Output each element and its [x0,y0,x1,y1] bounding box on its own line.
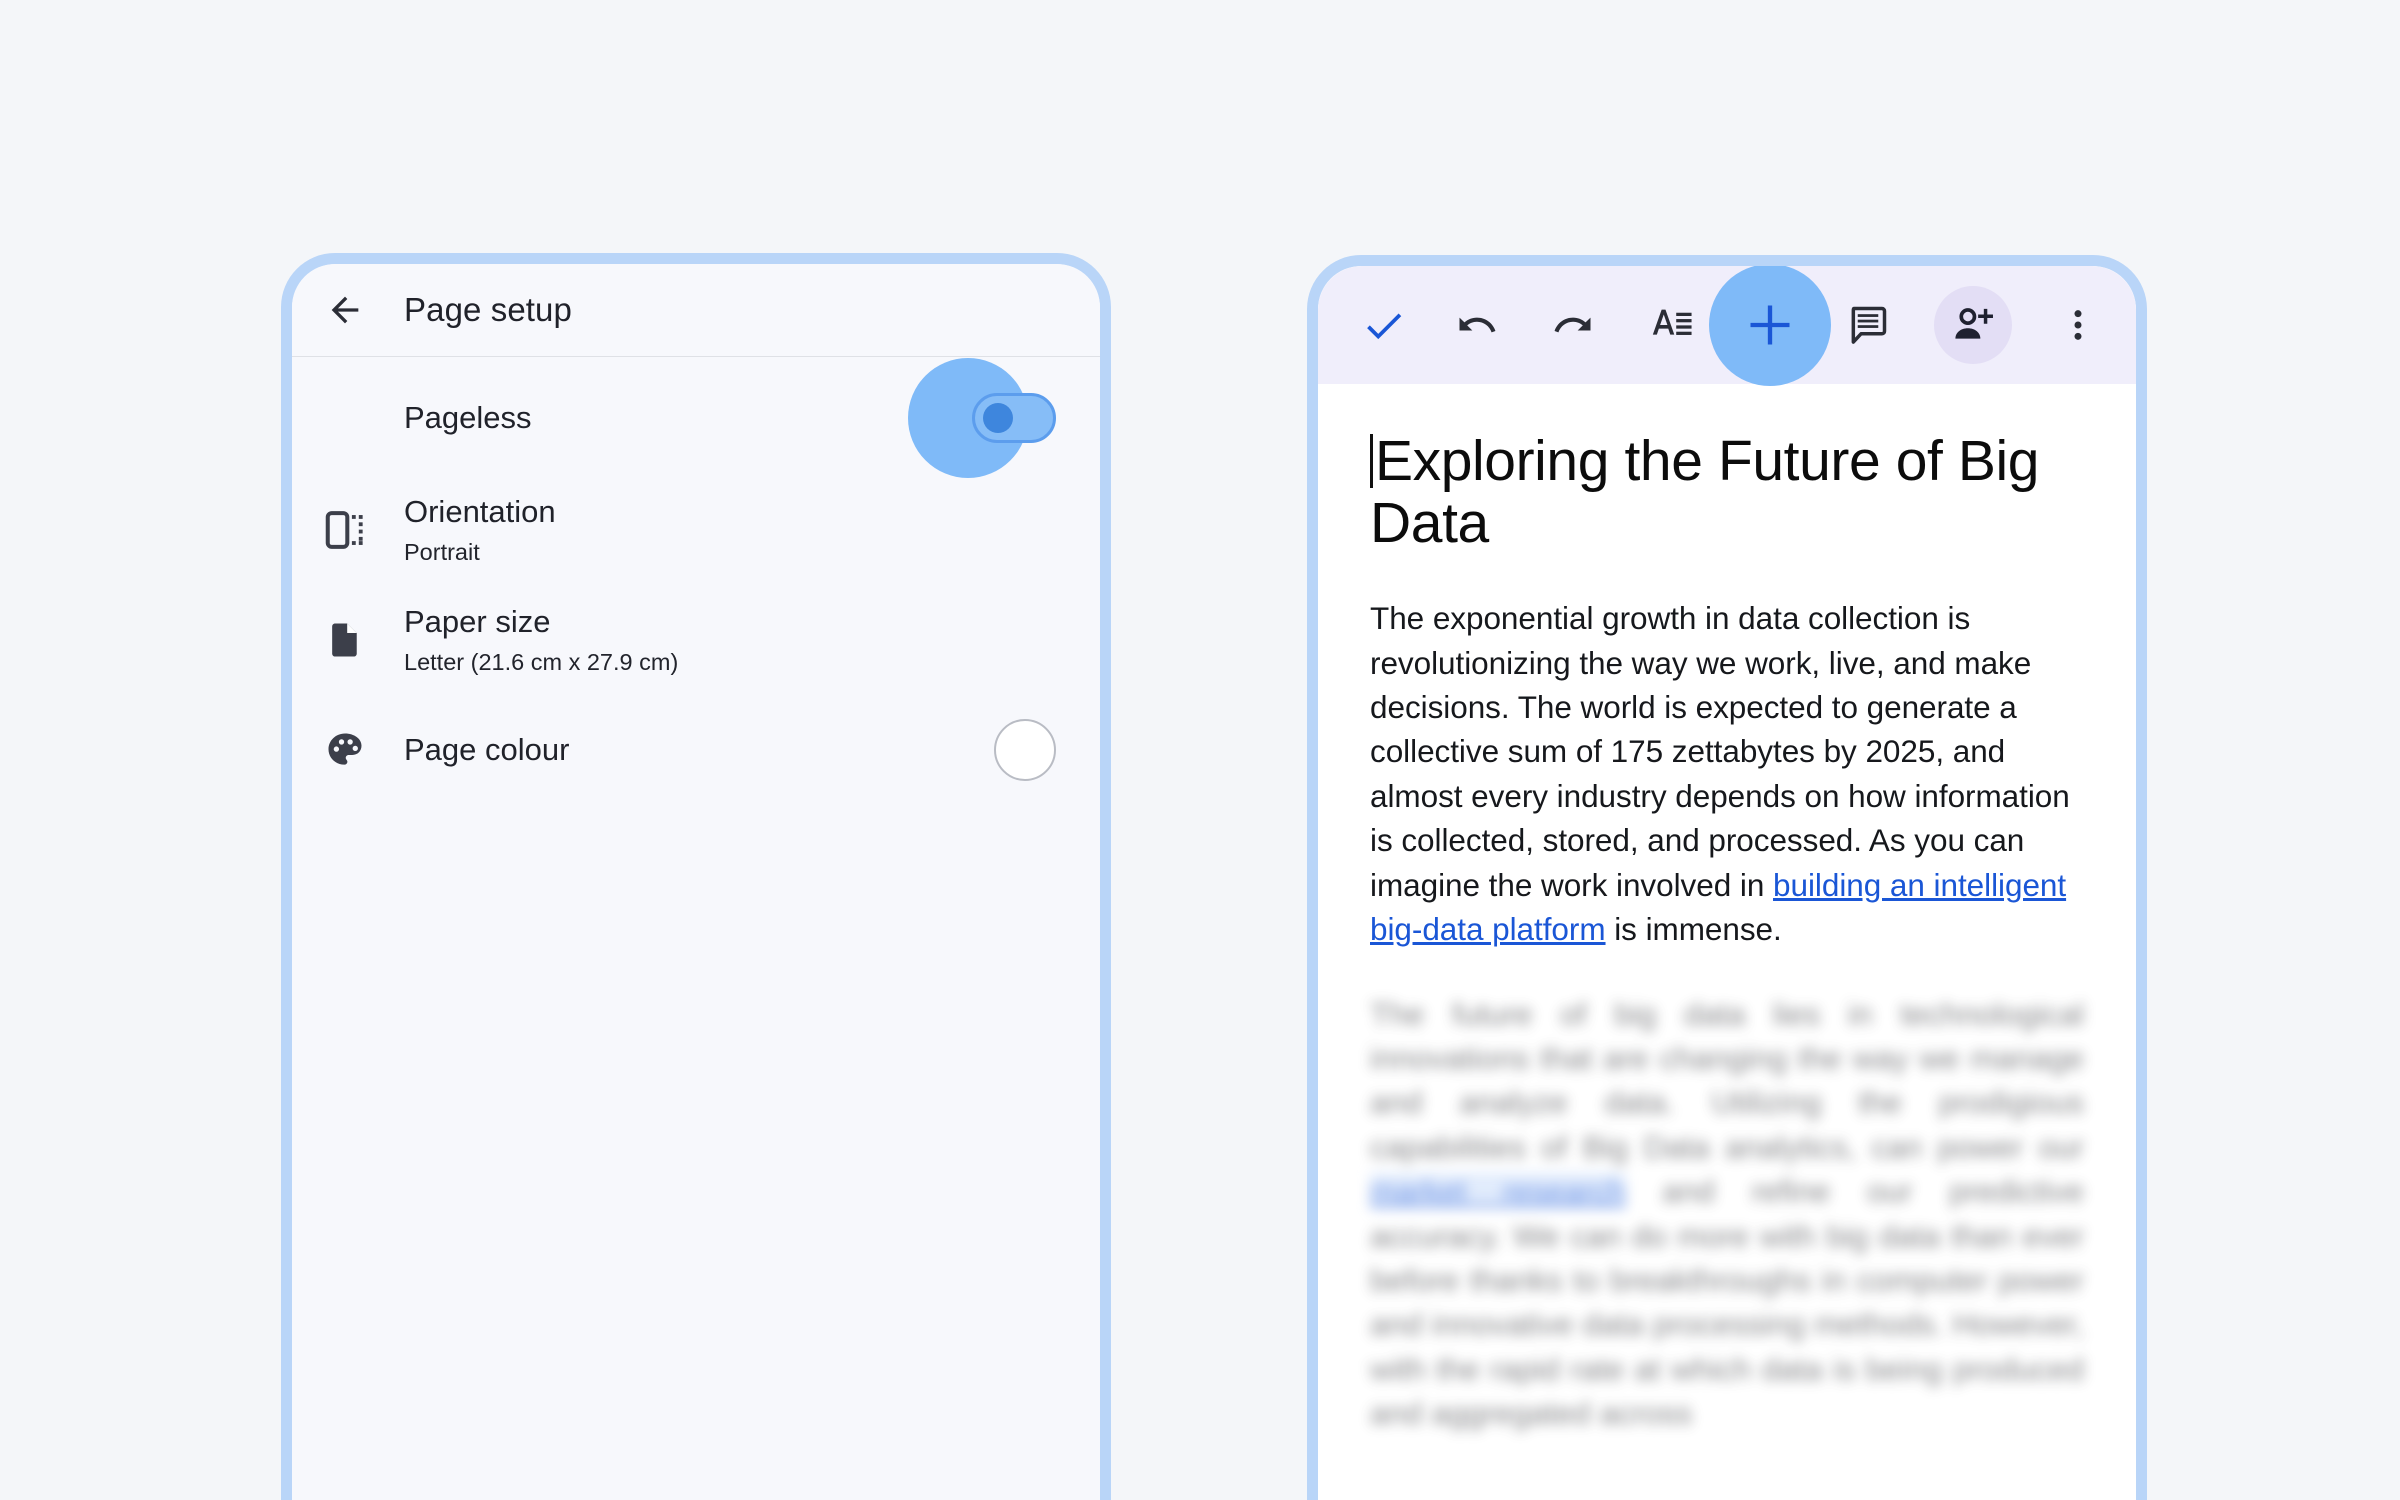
row-paper-size[interactable]: Paper size Letter (21.6 cm x 27.9 cm) [292,585,1100,695]
check-icon [1367,313,1402,340]
row-paper-size-label: Paper size [404,604,551,640]
row-paper-size-value: Letter (21.6 cm x 27.9 cm) [404,648,679,675]
arrow-left-icon [331,296,359,324]
docs-editor-toolbar [1318,266,2136,386]
insert-button[interactable] [1709,266,1831,386]
page-setup-screen: Page setup Pageless Orientation Portrait… [292,264,1100,1500]
page-setup-options-list: Pageless Orientation Portrait Paper size… [292,357,1100,805]
text-format-button[interactable] [1640,293,1704,357]
document-paragraph-2-blurred[interactable]: The future of big data lies in technolog… [1370,992,2084,1436]
row-orientation-label: Orientation [404,494,556,530]
paragraph-1-text-after-link: is immense. [1605,911,1782,948]
phone-left-screen: Page setup Pageless Orientation Portrait… [292,264,1100,1500]
page-title: Page setup [404,291,572,328]
row-pageless-label: Pageless [404,399,532,435]
row-pageless[interactable]: Pageless [292,357,1100,478]
screenshot-canvas: Page setup Pageless Orientation Portrait… [0,0,2400,1500]
accept-button[interactable] [1352,293,1416,357]
person-add-icon [1955,308,1993,339]
row-paper-size-text: Paper size Letter (21.6 cm x 27.9 cm) [404,604,1056,676]
comment-button[interactable] [1836,293,1900,357]
paragraph-2-text-after-link: and refine our predictive accuracy. We c… [1370,1173,2085,1432]
back-button[interactable] [316,281,374,339]
undo-icon [1459,317,1496,333]
undo-button[interactable] [1444,293,1508,357]
phone-left-page-setup: Page setup Pageless Orientation Portrait… [281,253,1111,1500]
plus-icon [1750,305,1790,345]
palette-icon-slot [316,728,374,772]
row-page-colour-text: Page colour [404,732,994,769]
paragraph-2-text-before-link: The future of big data lies in technolog… [1370,995,2084,1165]
phone-right-screen: Exploring the Future of Big Data The exp… [1318,266,2136,1500]
phone-right-docs-editor: Exploring the Future of Big Data The exp… [1307,255,2147,1500]
text-format-icon [1652,309,1692,335]
row-orientation-value: Portrait [404,538,480,565]
pageless-toggle[interactable] [972,393,1056,443]
docs-editor-screen: Exploring the Future of Big Data The exp… [1318,266,2136,1500]
row-page-colour-label: Page colour [404,731,570,767]
more-vert-icon [2074,310,2082,340]
redo-button[interactable] [1542,293,1606,357]
document-icon [332,623,357,657]
redo-icon [1554,317,1591,333]
toggle-knob [983,403,1013,433]
orientation-icon [325,511,363,549]
comment-icon [1851,306,1887,344]
document-body[interactable]: Exploring the Future of Big Data The exp… [1318,384,2136,1436]
row-orientation[interactable]: Orientation Portrait [292,475,1100,585]
document-icon-slot [316,618,374,662]
row-pageless-text: Pageless [404,400,972,437]
share-button[interactable] [1934,286,2012,364]
row-page-colour[interactable]: Page colour [292,695,1100,805]
pageless-toggle-wrap[interactable] [908,358,1056,478]
document-title[interactable]: Exploring the Future of Big Data [1370,430,2084,554]
more-options-button[interactable] [2046,293,2110,357]
page-setup-appbar: Page setup [292,264,1100,357]
orientation-icon-slot [316,507,374,553]
page-colour-swatch[interactable] [994,719,1056,781]
document-title-text: Exploring the Future of Big Data [1370,429,2040,556]
palette-icon [328,733,362,765]
text-caret [1370,434,1373,488]
row-orientation-text: Orientation Portrait [404,494,1056,566]
inline-link-market-research[interactable]: market research [1370,1173,1626,1210]
paragraph-1-text-before-link: The exponential growth in data collectio… [1370,600,2070,903]
document-paragraph-1[interactable]: The exponential growth in data collectio… [1370,596,2084,951]
